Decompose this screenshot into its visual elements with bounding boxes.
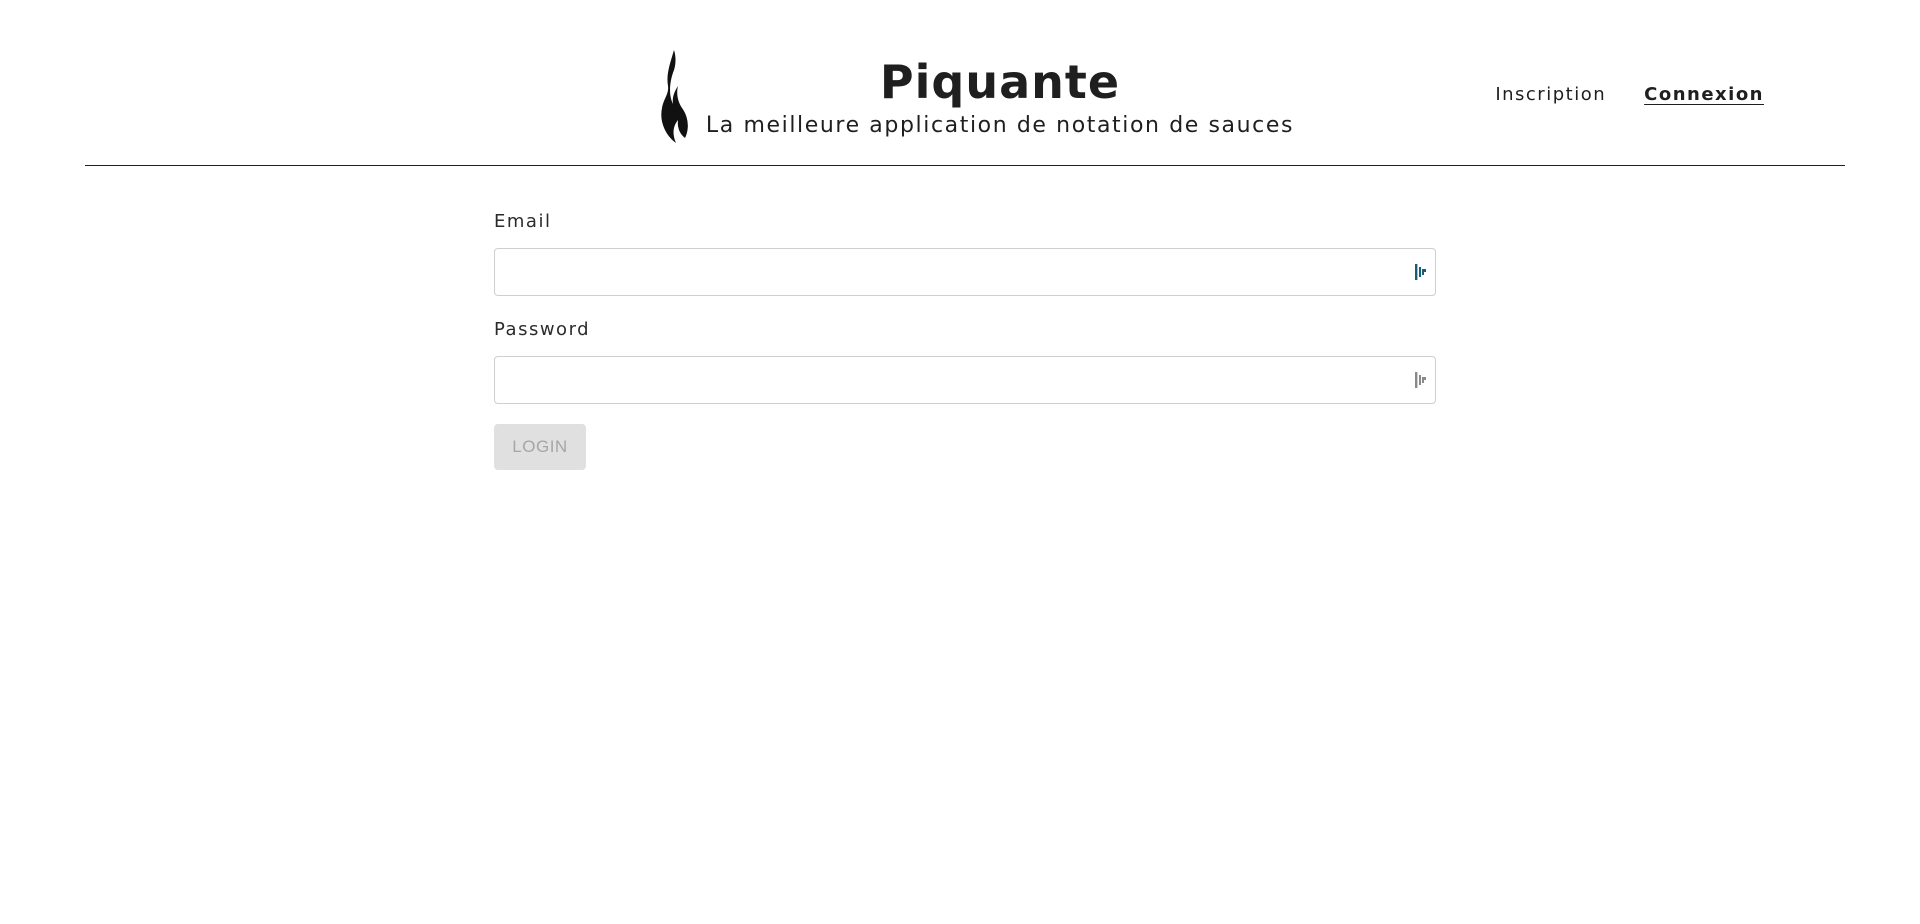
- login-page: Piquante La meilleure application de not…: [0, 0, 1920, 924]
- password-field-wrapper: [494, 356, 1436, 404]
- password-manager-icon[interactable]: [1413, 263, 1429, 281]
- nav-link-connexion[interactable]: Connexion: [1644, 84, 1764, 106]
- password-manager-icon[interactable]: [1413, 371, 1429, 389]
- site-subtitle: La meilleure application de notation de …: [705, 113, 1295, 138]
- nav-link-inscription[interactable]: Inscription: [1495, 84, 1606, 106]
- site-title: Piquante: [879, 55, 1121, 109]
- flame-icon: [661, 50, 688, 143]
- header-divider: [85, 165, 1845, 166]
- login-button[interactable]: LOGIN: [494, 424, 586, 470]
- email-label: Email: [494, 211, 552, 232]
- email-field-wrapper: [494, 248, 1436, 296]
- brand: Piquante La meilleure application de not…: [700, 52, 1300, 140]
- login-form: Email Password LOGIN: [494, 210, 1436, 470]
- main-nav: Inscription Connexion: [1495, 84, 1764, 106]
- site-header: Piquante La meilleure application de not…: [0, 0, 1920, 166]
- password-field[interactable]: [495, 357, 1435, 403]
- email-field[interactable]: [495, 249, 1435, 295]
- password-label: Password: [494, 319, 591, 340]
